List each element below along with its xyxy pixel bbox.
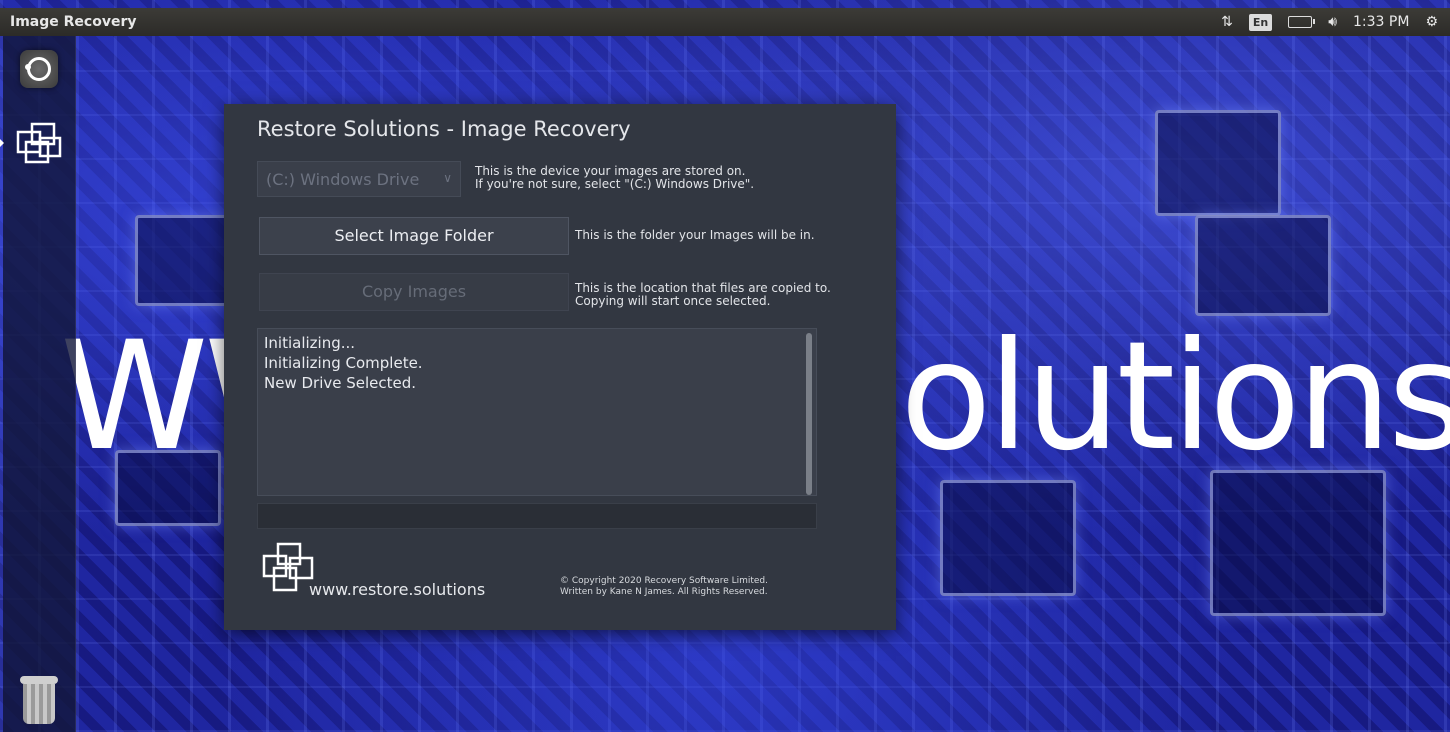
circuit-chip bbox=[940, 480, 1076, 596]
running-indicator bbox=[0, 138, 4, 148]
brand-url: www.restore.solutions bbox=[309, 580, 486, 599]
chevron-down-icon: ∨ bbox=[443, 171, 452, 185]
keyboard-layout-indicator[interactable]: En bbox=[1248, 13, 1273, 31]
circuit-chip bbox=[1155, 110, 1281, 216]
dash-home-button[interactable] bbox=[20, 50, 58, 88]
active-app-title: Image Recovery bbox=[10, 14, 137, 30]
copyright-line: © Copyright 2020 Recovery Software Limit… bbox=[560, 576, 769, 586]
circuit-chip bbox=[1195, 215, 1331, 316]
image-recovery-launcher-icon[interactable] bbox=[12, 118, 68, 174]
log-line: New Drive Selected. bbox=[264, 374, 417, 392]
volume-icon[interactable]: 🔊︎ bbox=[1328, 14, 1337, 30]
gear-icon[interactable]: ⚙ bbox=[1425, 14, 1438, 30]
copyright-line: Written by Kane N James. All Rights Rese… bbox=[560, 587, 768, 597]
status-log[interactable]: Initializing... Initializing Complete. N… bbox=[257, 328, 817, 496]
drive-select-value: (C:) Windows Drive bbox=[266, 170, 420, 189]
battery-icon[interactable] bbox=[1288, 16, 1316, 28]
drive-hint: This is the device your images are store… bbox=[475, 165, 754, 191]
copy-images-button[interactable]: Copy Images bbox=[259, 273, 569, 311]
drive-hint-line: If you're not sure, select "(C:) Windows… bbox=[475, 177, 755, 191]
copy-hint-line: Copying will start once selected. bbox=[575, 294, 771, 308]
trash-icon[interactable] bbox=[20, 676, 58, 726]
log-line: Initializing Complete. bbox=[264, 354, 423, 372]
copyright-notice: © Copyright 2020 Recovery Software Limit… bbox=[560, 576, 768, 598]
progress-bar bbox=[257, 503, 817, 529]
drive-select[interactable]: (C:) Windows Drive ∨ bbox=[257, 161, 461, 197]
circuit-chip bbox=[135, 215, 231, 306]
circuit-chip bbox=[1210, 470, 1386, 616]
network-icon[interactable]: ⇅ bbox=[1221, 14, 1233, 30]
launcher bbox=[0, 36, 76, 732]
top-panel: Image Recovery ⇅ En 🔊︎ 1:33 PM ⚙ bbox=[0, 8, 1450, 36]
image-recovery-window: Restore Solutions - Image Recovery (C:) … bbox=[224, 104, 896, 630]
ubuntu-logo-icon bbox=[25, 57, 51, 81]
select-image-folder-button[interactable]: Select Image Folder bbox=[259, 217, 569, 255]
copy-hint: This is the location that files are copi… bbox=[575, 282, 831, 308]
clock[interactable]: 1:33 PM bbox=[1353, 14, 1409, 30]
folder-hint: This is the folder your Images will be i… bbox=[575, 228, 815, 242]
window-title: Restore Solutions - Image Recovery bbox=[257, 117, 631, 141]
background-text-right: olutions bbox=[900, 310, 1450, 484]
log-line: Initializing... bbox=[264, 334, 356, 352]
log-scrollbar[interactable] bbox=[806, 333, 812, 495]
indicator-area: ⇅ En 🔊︎ 1:33 PM ⚙ bbox=[1221, 8, 1438, 36]
